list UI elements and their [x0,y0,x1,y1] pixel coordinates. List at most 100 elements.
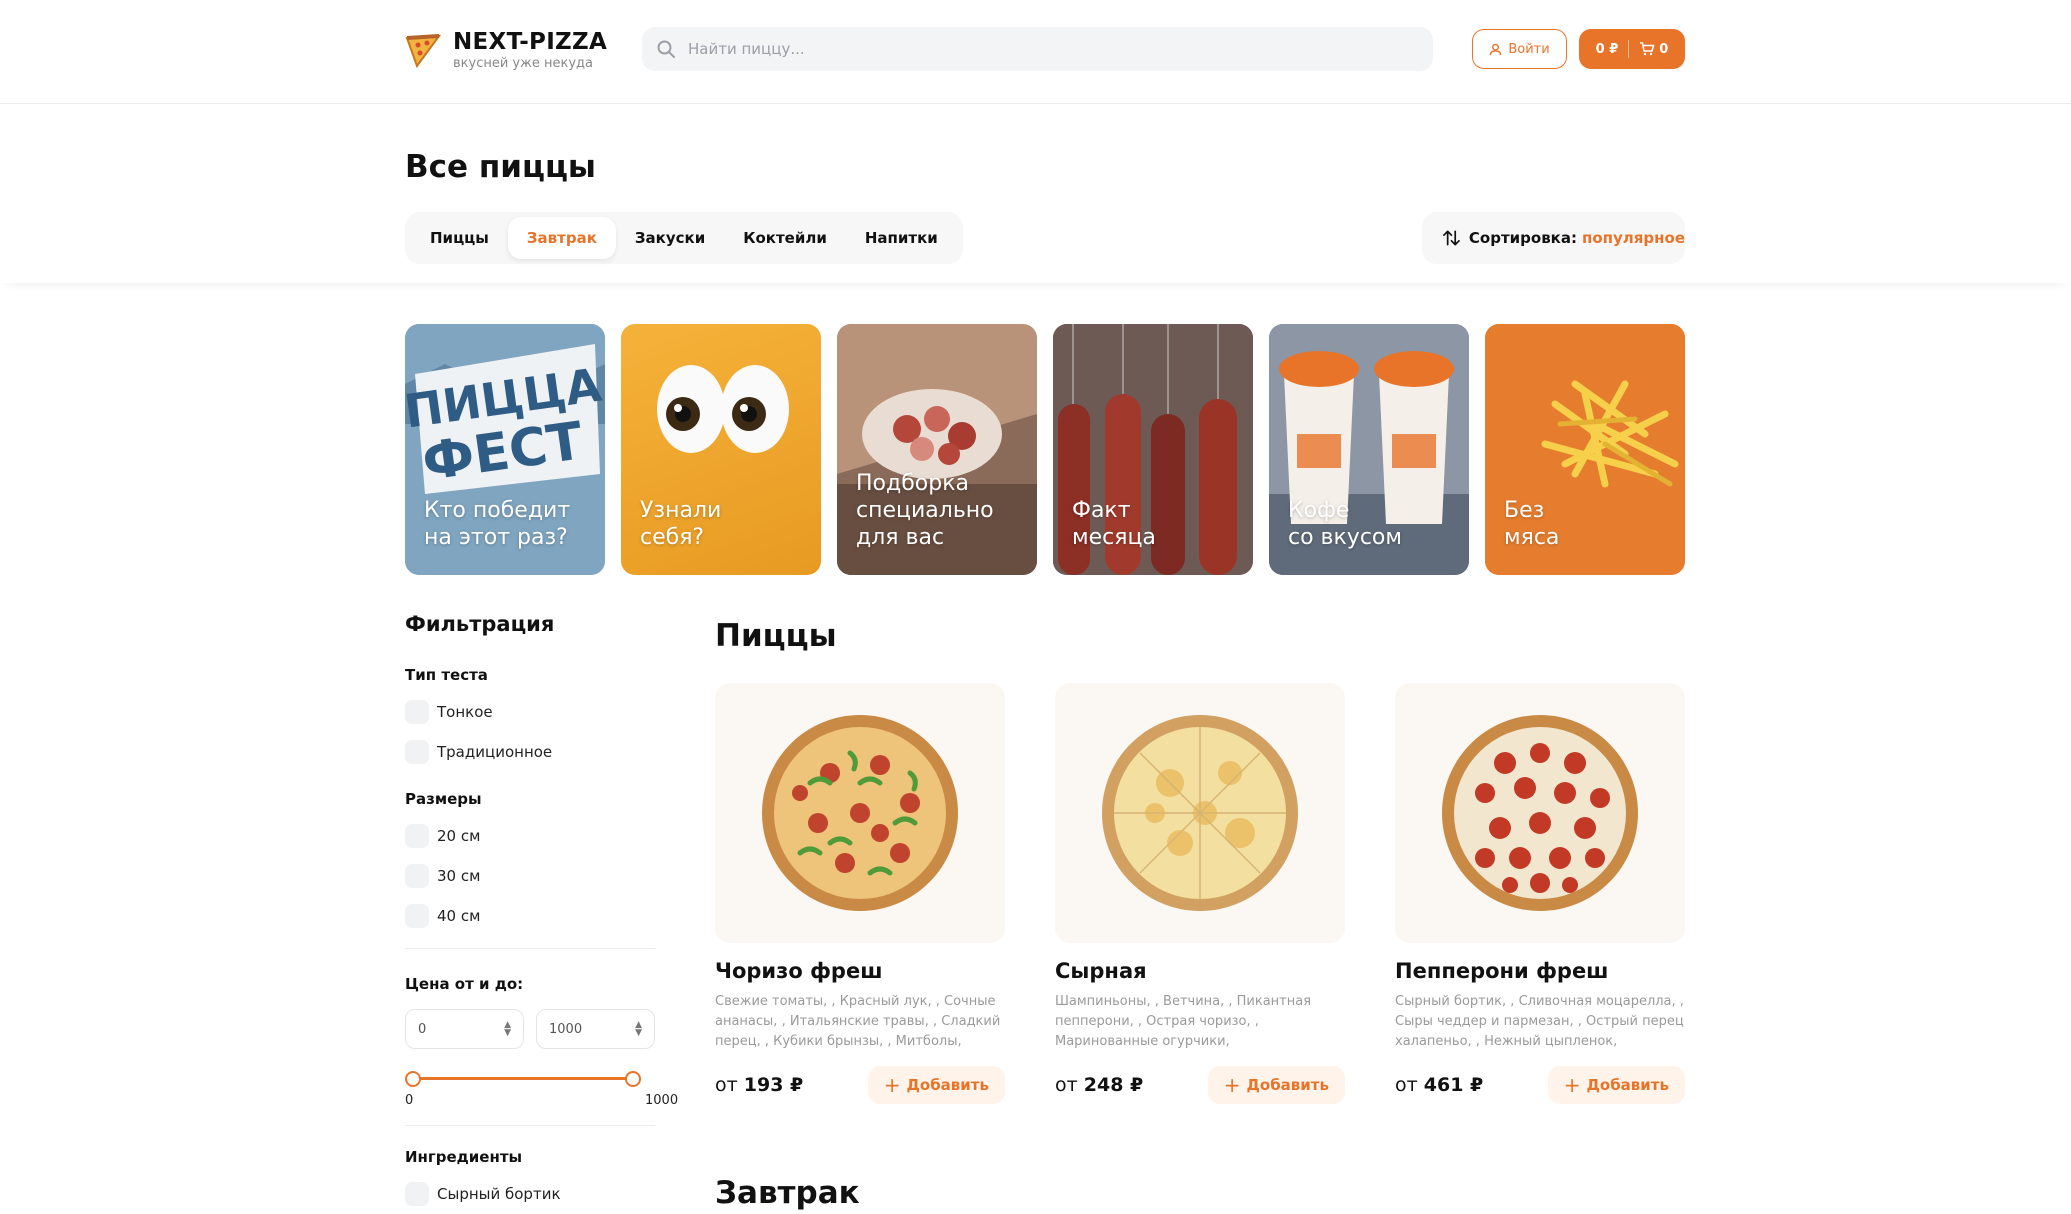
category-tabs: Пиццы Завтрак Закуски Коктейли Напитки [405,212,963,264]
page-title: Все пиццы [405,149,596,185]
product-image[interactable] [1055,683,1345,943]
search-icon [657,40,675,58]
search-bar[interactable] [642,27,1433,71]
sort-value[interactable]: популярное [1582,229,1685,247]
add-label: Добавить [1246,1076,1329,1094]
cart-button[interactable]: 0 ₽ 0 [1579,29,1685,69]
option-label: Тонкое [437,703,493,721]
price-range-slider[interactable] [405,1069,641,1089]
checkbox[interactable] [405,904,429,928]
sort-control[interactable]: Сортировка: популярное [1422,212,1685,264]
product-card[interactable]: Чоризо фреш Свежие томаты, , Красный лук… [715,683,1005,1104]
price-to-value: 1000 [549,1021,583,1037]
product-name: Сырная [1055,959,1147,983]
slider-max-label: 1000 [645,1093,679,1108]
checkbox[interactable] [405,1182,429,1206]
option-label: 30 см [437,867,481,885]
plus-icon: + [1223,1073,1241,1097]
product-footer: от 193 ₽ + Добавить [715,1066,1005,1104]
story-text: Узнали себя? [640,498,722,550]
filter-option-thin[interactable]: Тонкое [405,700,655,724]
slider-thumb-max[interactable] [625,1071,641,1087]
product-price: от 248 ₽ [1055,1074,1143,1096]
sort-arrows-icon [1443,230,1460,246]
product-card[interactable]: Пепперони фреш Сырный бортик, , Сливочна… [1395,683,1685,1104]
login-label: Войти [1508,41,1550,57]
filter-option-size-30[interactable]: 30 см [405,864,655,888]
plus-icon: + [1563,1073,1581,1097]
price-from-value: 0 [418,1021,427,1037]
checkbox[interactable] [405,824,429,848]
product-image[interactable] [1395,683,1685,943]
filter-option-size-20[interactable]: 20 см [405,824,655,848]
add-to-cart-button[interactable]: + Добавить [1207,1066,1345,1104]
product-description: Свежие томаты, , Красный лук, , Сочные а… [715,994,1001,1049]
stepper-icon[interactable]: ▲ ▼ [635,1021,642,1038]
sort-label: Сортировка: [1468,229,1577,247]
cart-total: 0 ₽ [1595,41,1619,57]
logo-title: NEXT-PIZZA [453,29,608,55]
price-from-input[interactable]: 0 ▲ ▼ [405,1009,524,1049]
filter-sidebar: Фильтрация Тип теста Тонкое Традиционное… [405,612,678,1206]
plus-icon: + [883,1073,901,1097]
product-image[interactable] [715,683,1005,943]
price-title: Цена от и до: [405,975,524,993]
price-prefix: от [1395,1074,1418,1096]
product-footer: от 248 ₽ + Добавить [1055,1066,1345,1104]
price-to-input[interactable]: 1000 ▲ ▼ [536,1009,655,1049]
story-text: Кто победит на этот раз? [424,498,571,550]
pizza-chorizo-image [762,715,958,911]
cart-count: 0 [1659,41,1669,57]
product-card[interactable]: Сырная Шампиньоны, , Ветчина, , Пикантна… [1055,683,1345,1104]
checkbox[interactable] [405,700,429,724]
story-card-eyes[interactable]: Узнали себя? [621,324,821,575]
story-text: Без мяса [1504,498,1560,550]
add-label: Добавить [1586,1076,1669,1094]
slider-thumb-min[interactable] [405,1071,421,1087]
pizza-logo-icon [405,34,441,68]
filter-option-cheese-crust[interactable]: Сырный бортик [405,1182,655,1206]
checkbox[interactable] [405,864,429,888]
pizza-cheese-image [1102,715,1298,911]
story-text: Кофе со вкусом [1288,498,1402,550]
story-card-pizzafest[interactable]: ПИЦЦА ФЕСТ Кто победит на этот раз? [405,324,605,575]
tab-pizzas[interactable]: Пиццы [411,217,508,259]
tab-drinks[interactable]: Напитки [846,217,957,259]
logo[interactable]: NEXT-PIZZA вкусней уже некуда [405,28,607,72]
tab-breakfast[interactable]: Завтрак [507,217,616,259]
filter-option-size-40[interactable]: 40 см [405,904,655,928]
checkbox[interactable] [405,740,429,764]
option-label: 20 см [437,827,481,845]
cart-icon [1640,42,1655,56]
add-to-cart-button[interactable]: + Добавить [867,1066,1005,1104]
story-text: Подборка специально для вас [856,471,994,550]
cart-divider [1628,40,1630,58]
search-input[interactable] [688,40,1388,58]
sizes-title: Размеры [405,790,482,808]
stepper-icon[interactable]: ▲ ▼ [504,1021,511,1038]
add-to-cart-button[interactable]: + Добавить [1547,1066,1685,1104]
story-card-meatless[interactable]: Без мяса [1485,324,1685,575]
product-name: Чоризо фреш [715,959,883,983]
story-text: Факт месяца [1072,498,1156,550]
story-card-fact[interactable]: Факт месяца [1053,324,1253,575]
product-description: Сырный бортик, , Сливочная моцарелла, , … [1395,994,1684,1049]
story-card-selection[interactable]: Подборка специально для вас [837,324,1037,575]
user-icon [1490,43,1502,55]
option-label: 40 см [437,907,481,925]
add-label: Добавить [906,1076,989,1094]
tab-snacks[interactable]: Закуски [616,217,724,259]
filter-option-traditional[interactable]: Традиционное [405,740,655,764]
product-description: Шампиньоны, , Ветчина, , Пикантная пеппе… [1055,994,1312,1049]
price-value: 193 ₽ [743,1074,804,1096]
price-prefix: от [715,1074,738,1096]
story-card-coffee[interactable]: Кофе со вкусом [1269,324,1469,575]
tab-cocktails[interactable]: Коктейли [724,217,846,259]
option-label: Сырный бортик [437,1185,561,1203]
section-title-pizzas: Пиццы [715,618,837,654]
header: NEXT-PIZZA вкусней уже некуда Войти 0 ₽ … [0,0,2071,104]
divider [405,948,655,949]
login-button[interactable]: Войти [1472,29,1567,69]
product-price: от 193 ₽ [715,1074,803,1096]
slider-track [413,1077,633,1080]
